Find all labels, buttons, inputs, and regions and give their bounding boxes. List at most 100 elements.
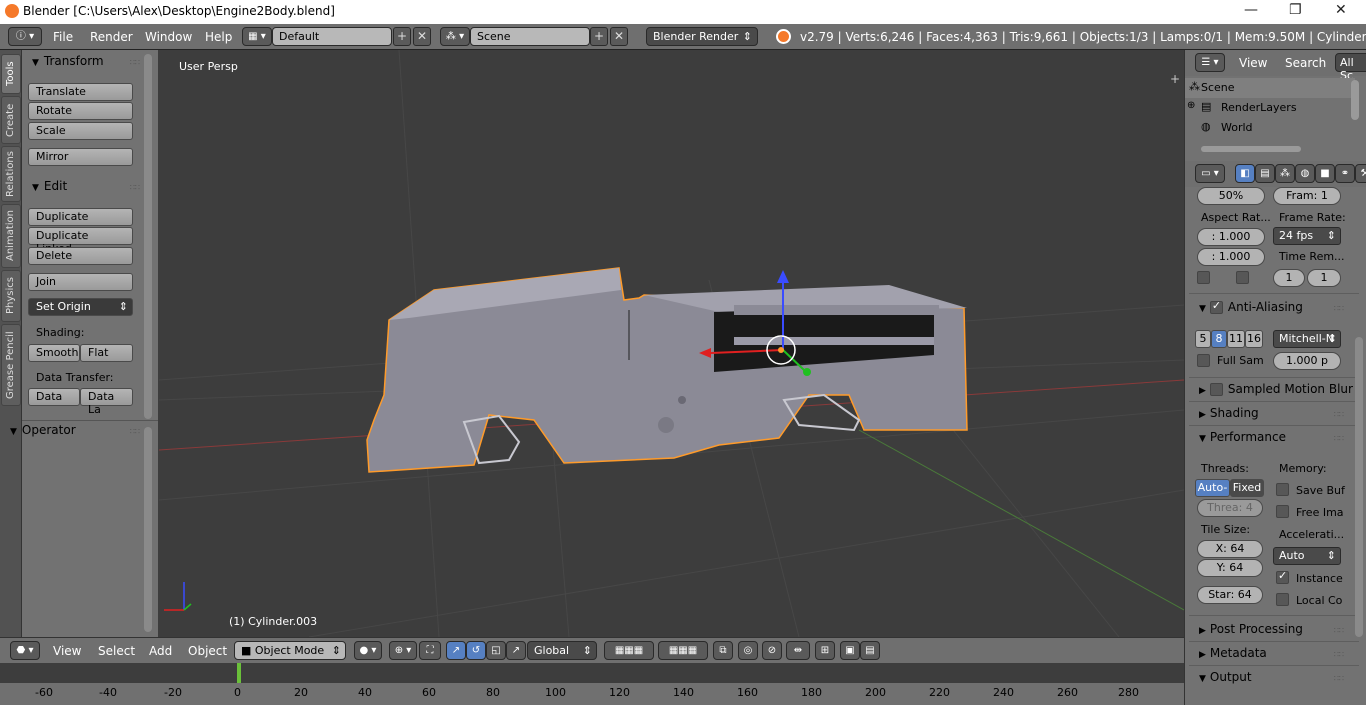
- panel-grip-icon[interactable]: ∷∷: [1334, 650, 1344, 659]
- panel-grip-icon[interactable]: ∷∷: [1334, 410, 1344, 419]
- panel-grip-icon[interactable]: ∷∷: [1334, 304, 1344, 313]
- editor-type-info-icon[interactable]: ⓘ ▾: [8, 27, 42, 46]
- close-button[interactable]: ✕: [1335, 2, 1347, 18]
- scene-selector-icon[interactable]: ⁂ ▾: [440, 27, 470, 46]
- rotate-manipulator-icon[interactable]: ↺: [466, 641, 486, 660]
- menu-add[interactable]: Add: [149, 644, 172, 658]
- aspect-x-field[interactable]: : 1.000: [1197, 228, 1265, 246]
- delete-button[interactable]: Delete: [28, 247, 133, 265]
- time-new-field[interactable]: 1: [1307, 269, 1341, 287]
- resolution-percentage-field[interactable]: 50%: [1197, 187, 1265, 205]
- gizmo-z-arrow[interactable]: [777, 270, 789, 283]
- snap-target-icon[interactable]: ⊞: [815, 641, 835, 660]
- threads-count-field[interactable]: Threa: 4: [1197, 499, 1263, 517]
- properties-toggle-icon[interactable]: +: [1170, 72, 1180, 86]
- outliner-item-scene[interactable]: ⁂ Scene: [1185, 78, 1355, 98]
- add-layout-icon[interactable]: +: [393, 27, 411, 46]
- transform-panel-header[interactable]: ▼ Transform: [32, 54, 104, 68]
- lock-layers-icon[interactable]: ⧉: [713, 641, 733, 660]
- outliner-menu-view[interactable]: View: [1239, 56, 1267, 70]
- panel-grip-icon[interactable]: ∷∷: [1334, 626, 1344, 635]
- shading-section-header[interactable]: ▶ Shading: [1199, 406, 1259, 420]
- fire-engine-body[interactable]: [366, 267, 968, 473]
- layout-name-field[interactable]: Default: [272, 27, 392, 46]
- toolshelf-scrollbar[interactable]: [144, 54, 152, 419]
- motion-blur-checkbox[interactable]: [1209, 383, 1223, 396]
- save-buffers-checkbox[interactable]: [1276, 483, 1289, 496]
- outliner-display-filter[interactable]: All Sc: [1335, 53, 1366, 82]
- menu-view[interactable]: View: [53, 644, 81, 658]
- outliner-menu-search[interactable]: Search: [1285, 56, 1326, 70]
- menu-file[interactable]: File: [53, 30, 73, 44]
- sampled-motion-blur-section-header[interactable]: ▶ Sampled Motion Blur: [1199, 382, 1353, 396]
- snap-toggle-icon[interactable]: ⊘: [762, 641, 782, 660]
- aspect-y-field[interactable]: : 1.000: [1197, 248, 1265, 266]
- flat-button[interactable]: Flat: [80, 344, 133, 362]
- panel-grip-icon[interactable]: ∷∷: [130, 58, 140, 67]
- performance-section-header[interactable]: ▼ Performance: [1199, 430, 1286, 444]
- tab-tools[interactable]: Tools: [1, 54, 21, 94]
- transform-orientation-select[interactable]: Global ⇕: [527, 641, 597, 660]
- operator-scrollbar[interactable]: [144, 427, 152, 632]
- post-processing-section-header[interactable]: ▶ Post Processing: [1199, 622, 1303, 636]
- timeline-ruler[interactable]: -60 -40 -20 0 20 40 60 80 100 120 140 16…: [0, 683, 1184, 705]
- pivot-point-icon[interactable]: ⊕ ▾: [389, 641, 417, 660]
- threads-fixed-button[interactable]: Fixed: [1230, 479, 1264, 497]
- pose-manipulator-icon[interactable]: ↗: [506, 641, 526, 660]
- scale-button[interactable]: Scale: [28, 122, 133, 140]
- menu-help[interactable]: Help: [205, 30, 232, 44]
- modifiers-context-icon[interactable]: ⚒: [1355, 164, 1366, 183]
- world-context-icon[interactable]: ◍: [1295, 164, 1315, 183]
- current-frame-marker[interactable]: [237, 663, 241, 683]
- antialiasing-section-header[interactable]: ▼ Anti-Aliasing: [1199, 299, 1303, 314]
- menu-object[interactable]: Object: [188, 644, 227, 658]
- editor-type-3d-icon[interactable]: ⬣ ▾: [10, 641, 40, 660]
- aa-filter-select[interactable]: Mitchell-N ⇕: [1273, 330, 1341, 348]
- acceleration-select[interactable]: Auto ⇕: [1273, 547, 1341, 565]
- translate-manipulator-icon[interactable]: ↗: [446, 641, 466, 660]
- menu-select[interactable]: Select: [98, 644, 135, 658]
- aa-samples-8-button[interactable]: 8: [1211, 330, 1227, 348]
- data-layout-button[interactable]: Data La: [80, 388, 133, 416]
- tab-physics[interactable]: Physics: [1, 270, 21, 322]
- editor-type-outliner-icon[interactable]: ☰ ▾: [1195, 53, 1225, 72]
- restore-button[interactable]: ❐: [1289, 2, 1302, 18]
- mirror-button[interactable]: Mirror: [28, 148, 133, 166]
- menu-window[interactable]: Window: [145, 30, 192, 44]
- render-image-icon[interactable]: ▣: [840, 641, 860, 660]
- duplicate-linked-button[interactable]: Duplicate Linked: [28, 227, 133, 255]
- outliner-hscrollbar[interactable]: [1201, 146, 1301, 152]
- crop-checkbox[interactable]: [1236, 271, 1249, 284]
- free-image-checkbox[interactable]: [1276, 505, 1289, 518]
- tab-relations[interactable]: Relations: [1, 146, 21, 202]
- panel-grip-icon[interactable]: ∷∷: [130, 427, 140, 436]
- proportional-edit-icon[interactable]: ◎: [738, 641, 758, 660]
- aa-samples-5-button[interactable]: 5: [1195, 330, 1211, 348]
- interaction-mode-select[interactable]: ■ Object Mode ⇕: [234, 641, 346, 660]
- operator-panel-header[interactable]: ▼ Operator: [10, 423, 76, 437]
- set-origin-dropdown[interactable]: Set Origin ⇕: [28, 298, 133, 316]
- snap-element-icon[interactable]: ⇹: [786, 641, 810, 660]
- instances-checkbox[interactable]: [1276, 569, 1289, 584]
- aa-samples-11-button[interactable]: 11: [1227, 330, 1245, 348]
- manipulator-toggle-icon[interactable]: ⛶: [419, 641, 441, 660]
- properties-scrollbar[interactable]: [1355, 337, 1363, 637]
- constraints-context-icon[interactable]: ⚭: [1335, 164, 1355, 183]
- metadata-section-header[interactable]: ▶ Metadata: [1199, 646, 1267, 660]
- editor-type-properties-icon[interactable]: ▭ ▾: [1195, 164, 1225, 183]
- gizmo-y-handle[interactable]: [803, 368, 811, 376]
- outliner-vscrollbar[interactable]: [1351, 80, 1359, 120]
- local-coordinates-checkbox[interactable]: [1276, 593, 1289, 606]
- translate-button[interactable]: Translate: [28, 83, 133, 101]
- edit-panel-header[interactable]: ▼ Edit: [32, 179, 67, 193]
- full-sample-checkbox[interactable]: [1197, 354, 1210, 367]
- rotate-button[interactable]: Rotate: [28, 102, 133, 120]
- remove-scene-icon[interactable]: ✕: [610, 27, 628, 46]
- tab-grease-pencil[interactable]: Grease Pencil: [1, 324, 21, 406]
- frame-rate-select[interactable]: 24 fps ⇕: [1273, 227, 1341, 245]
- tile-y-field[interactable]: Y: 64: [1197, 559, 1263, 577]
- 3d-viewport[interactable]: User Persp (1) Cylinder.003 +: [159, 50, 1184, 637]
- border-checkbox[interactable]: [1197, 271, 1210, 284]
- render-context-icon[interactable]: ◧: [1235, 164, 1255, 183]
- start-resolution-field[interactable]: Star: 64: [1197, 586, 1263, 604]
